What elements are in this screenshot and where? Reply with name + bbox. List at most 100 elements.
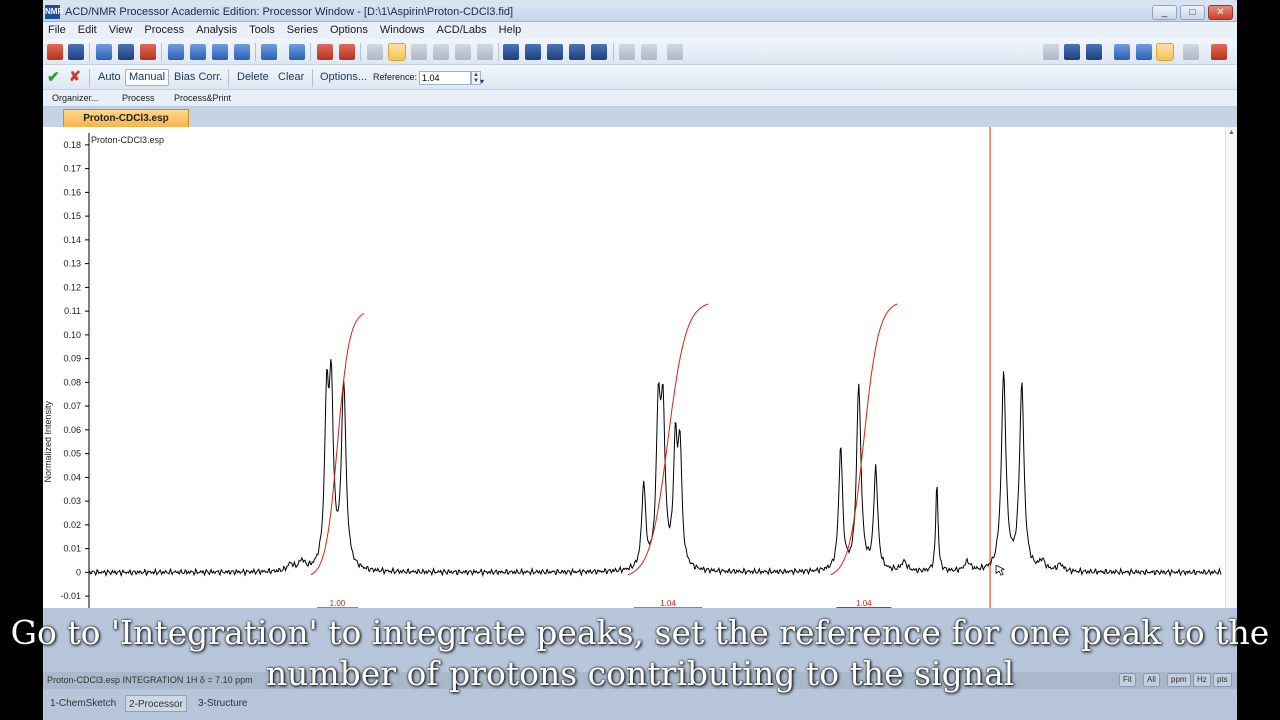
magnifier-icon[interactable] <box>261 44 277 60</box>
save-icon[interactable] <box>68 44 84 60</box>
copy-icon[interactable] <box>96 44 112 60</box>
menu-process[interactable]: Process <box>138 22 190 36</box>
caption-line-1: Go to 'Integration' to integrate peaks, … <box>10 613 1270 652</box>
menu-series[interactable]: Series <box>281 22 324 36</box>
layout-3-icon[interactable] <box>547 44 563 60</box>
organizer-link[interactable]: Organizer... <box>52 93 99 103</box>
maximize-button[interactable]: □ <box>1180 5 1205 20</box>
layout-4-icon[interactable] <box>569 44 585 60</box>
peak-picking-icon[interactable] <box>317 44 333 60</box>
caption-line-2: number of protons contributing to the si… <box>265 654 1015 693</box>
nmr-spectrum-chart[interactable]: 0.18 0.17 0.16 0.15 0.14 0.13 0.12 0.11 0.10 0.09… <box>43 127 1223 608</box>
y-tick-label: 0.04 <box>63 472 81 482</box>
document-tab-strip: Proton-CDCl3.esp <box>43 107 1237 127</box>
zoom-full-icon[interactable] <box>289 44 305 60</box>
assign-icon[interactable] <box>455 44 471 60</box>
menu-file[interactable]: File <box>43 22 72 36</box>
spectrum-title: Proton-CDCl3.esp <box>91 135 164 145</box>
integral-curve <box>310 313 365 576</box>
spectrum-panel[interactable]: 0.18 0.17 0.16 0.15 0.14 0.13 0.12 0.11 0.10 0.09… <box>43 127 1237 608</box>
peak-star-icon[interactable] <box>339 44 355 60</box>
clear-button[interactable]: Clear <box>275 69 307 86</box>
menu-analysis[interactable]: Analysis <box>190 22 243 36</box>
layout-5-icon[interactable] <box>591 44 607 60</box>
delete-button[interactable]: Delete <box>234 69 272 86</box>
list-view-icon[interactable] <box>1043 44 1059 60</box>
window-title: ACD/NMR Processor Academic Edition: Proc… <box>65 6 514 18</box>
export-icon[interactable] <box>140 44 156 60</box>
accept-check-icon[interactable]: ✔ <box>47 68 60 86</box>
y-tick-label: 0.11 <box>64 306 81 316</box>
y-tick-label: 0.02 <box>63 520 81 530</box>
options-button[interactable]: Options... <box>317 69 370 86</box>
vertical-scrollbar[interactable]: ▲ <box>1225 127 1237 608</box>
phase-icon[interactable] <box>619 44 635 60</box>
process-print-link[interactable]: Process&Print <box>174 93 231 103</box>
print-icon[interactable] <box>118 44 134 60</box>
manual-button[interactable]: Manual <box>125 69 170 86</box>
menu-help[interactable]: Help <box>493 22 528 36</box>
y-tick-label: 0.15 <box>63 211 81 221</box>
multiplet-icon[interactable] <box>367 44 383 60</box>
title-bar: NMR ACD/NMR Processor Academic Edition: … <box>43 3 1237 22</box>
zoom-out-icon[interactable] <box>190 44 206 60</box>
close-document-icon[interactable] <box>1211 44 1227 60</box>
zoom-in-icon[interactable] <box>168 44 184 60</box>
panel-icon[interactable] <box>1156 43 1174 61</box>
integration-toolbar: ✔ ✘ Auto Manual Bias Corr. Delete Clear … <box>43 65 1237 90</box>
baseline-icon[interactable] <box>641 44 657 60</box>
cascade-icon[interactable] <box>1136 44 1152 60</box>
main-toolbar <box>43 39 1237 65</box>
close-button[interactable]: ✕ <box>1208 5 1233 20</box>
spectrum-view-icon[interactable] <box>1086 44 1102 60</box>
cancel-x-icon[interactable]: ✘ <box>69 68 81 85</box>
integral-value-label: 1.04 <box>856 599 872 608</box>
hash-icon[interactable] <box>433 44 449 60</box>
y-tick-label: 0 <box>76 567 81 577</box>
tile-icon[interactable] <box>1114 44 1130 60</box>
settings-icon[interactable] <box>1183 44 1199 60</box>
scroll-up-icon[interactable]: ▲ <box>1228 129 1235 136</box>
y-tick-label: 0.13 <box>63 259 81 269</box>
integral-curve <box>627 303 709 576</box>
toolbar-overflow-button[interactable]: ▾ <box>477 73 487 90</box>
menu-edit[interactable]: Edit <box>72 22 103 36</box>
tab-proton-cdcl3[interactable]: Proton-CDCl3.esp <box>63 109 189 127</box>
auto-button[interactable]: Auto <box>95 69 124 86</box>
app-logo-icon: NMR <box>45 5 63 19</box>
table-view-icon[interactable] <box>1064 44 1080 60</box>
menu-view[interactable]: View <box>103 22 139 36</box>
y-tick-label: 0.14 <box>63 235 81 245</box>
link-icon[interactable] <box>477 44 493 60</box>
zoom-fit-icon[interactable] <box>234 44 250 60</box>
y-tick-label: 0.05 <box>63 449 81 459</box>
y-axis-label: Normalized Intensity <box>43 400 53 482</box>
integration-icon[interactable] <box>388 43 406 61</box>
process-link[interactable]: Process <box>122 93 155 103</box>
y-tick-label: 0.12 <box>63 282 81 292</box>
y-tick-label: 0.01 <box>63 544 81 554</box>
layout-2-icon[interactable] <box>525 44 541 60</box>
y-tick-label: 0.09 <box>63 354 81 364</box>
y-tick-label: 0.17 <box>63 164 81 174</box>
reference-input[interactable] <box>419 71 471 85</box>
zoom-region-icon[interactable] <box>212 44 228 60</box>
y-tick-label: 0.16 <box>63 187 81 197</box>
menu-options[interactable]: Options <box>324 22 374 36</box>
menu-acdlabs[interactable]: ACD/Labs <box>431 22 493 36</box>
y-tick-label: 0.18 <box>63 140 81 150</box>
reference-label: Reference: <box>373 72 418 82</box>
y-tick-label: 0.10 <box>63 330 81 340</box>
integral-value-label: 1.00 <box>330 599 346 608</box>
coupling-icon[interactable] <box>411 44 427 60</box>
layout-1-icon[interactable] <box>503 44 519 60</box>
y-tick-label: 0.03 <box>63 496 81 506</box>
warning-icon[interactable] <box>667 44 683 60</box>
menu-tools[interactable]: Tools <box>243 22 281 36</box>
spectrum-trace <box>88 359 1222 578</box>
minimize-button[interactable]: _ <box>1152 5 1177 20</box>
open-icon[interactable] <box>47 44 63 60</box>
bias-corr-button[interactable]: Bias Corr. <box>171 69 225 86</box>
menu-windows[interactable]: Windows <box>374 22 431 36</box>
y-tick-label: -0.01 <box>60 591 81 601</box>
